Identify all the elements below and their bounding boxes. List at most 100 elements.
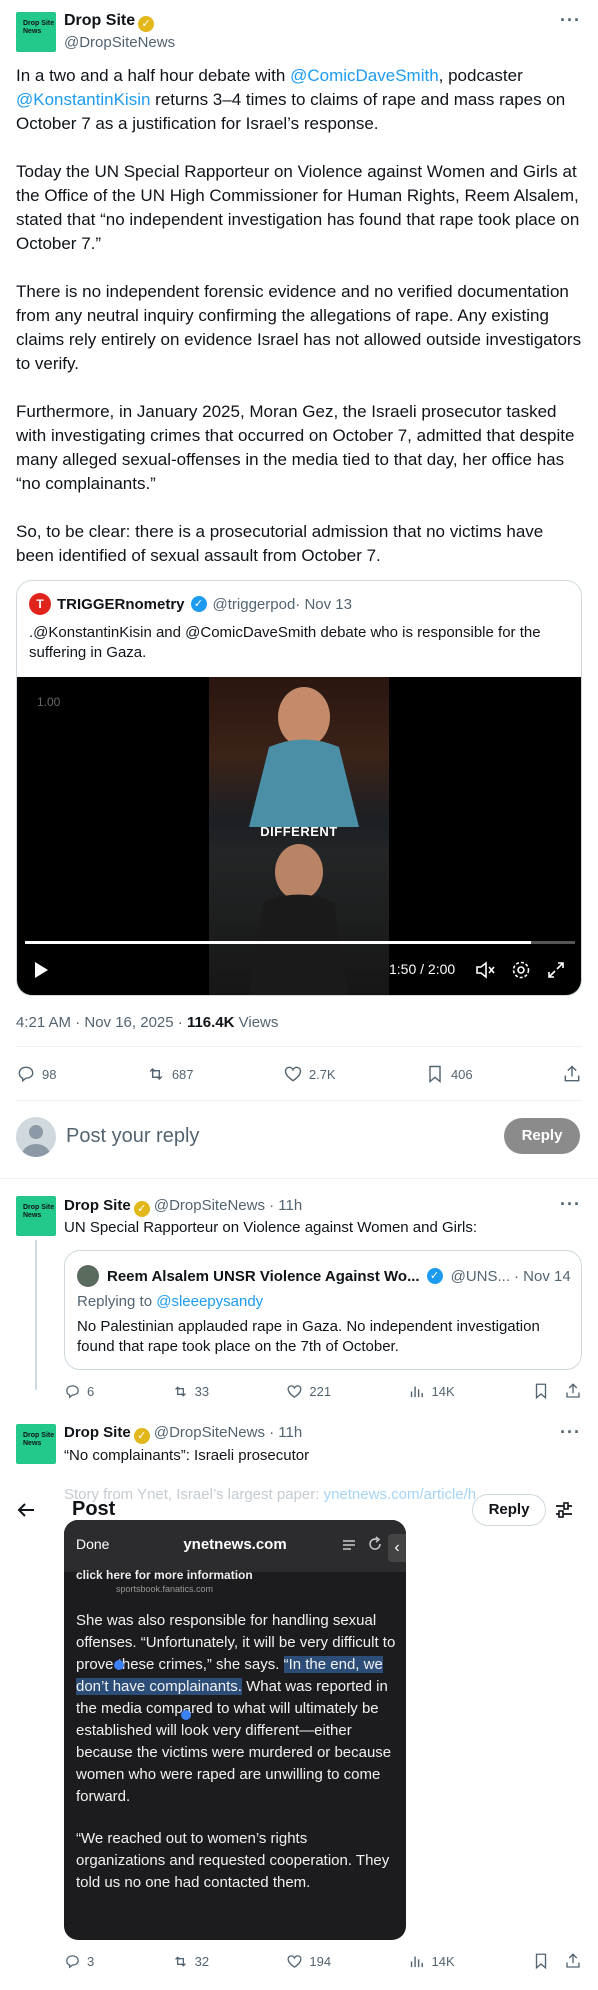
repost-icon xyxy=(174,1955,186,1967)
video-progress-fill xyxy=(25,941,531,944)
verified-icon: ✓ xyxy=(426,1268,443,1284)
text: , podcaster xyxy=(438,66,523,85)
post-paragraph: Today the UN Special Rapporteur on Viole… xyxy=(16,162,580,253)
repost-icon xyxy=(149,1067,163,1081)
settings-icon[interactable] xyxy=(511,960,531,980)
reload-icon xyxy=(369,1536,381,1550)
author-name[interactable]: Drop Site xyxy=(64,12,135,29)
action-group xyxy=(532,1382,582,1400)
phone-ad-text: click here for more information xyxy=(76,1568,253,1582)
mention-link[interactable]: @KonstantinKisin xyxy=(16,90,150,109)
action-group xyxy=(532,1952,582,1970)
mention-link[interactable]: @ComicDaveSmith xyxy=(290,66,439,85)
post-timestamp[interactable]: 4:21 AM · Nov 16, 2025 · 116.4K Views xyxy=(16,1014,278,1031)
post-paragraph: So, to be clear: there is a prosecutoria… xyxy=(16,522,544,565)
views-button[interactable]: 14K xyxy=(408,1952,455,1970)
author-name[interactable]: Drop Site xyxy=(64,1424,131,1441)
phone-ad-source: sportsbook.fanatics.com xyxy=(116,1584,214,1594)
share-button[interactable] xyxy=(562,1064,582,1084)
chevron-left-icon: ‹ xyxy=(388,1534,406,1562)
reply-input[interactable]: Post your reply xyxy=(66,1125,199,1148)
bookmark-icon[interactable] xyxy=(532,1952,550,1970)
default-avatar-icon xyxy=(22,1125,50,1157)
reply-submit-button[interactable]: Reply xyxy=(504,1118,580,1154)
author-handle[interactable]: @DropSiteNews xyxy=(154,1197,265,1214)
avatar[interactable]: Drop Site News xyxy=(16,12,56,52)
fullscreen-icon[interactable] xyxy=(547,961,565,979)
post-paragraph: In a two and a half hour debate with @Co… xyxy=(16,64,582,136)
more-icon[interactable]: ··· xyxy=(560,1194,581,1215)
reply-count: 3 xyxy=(87,1953,95,1969)
replying-prefix: Replying to xyxy=(77,1293,157,1310)
video-progress-bar[interactable] xyxy=(25,941,575,944)
verified-icon: ✓ xyxy=(133,1201,150,1217)
selection-handle xyxy=(181,1710,191,1720)
verified-icon: ✓ xyxy=(133,1428,150,1444)
action-bar: 98 687 2.7K 406 xyxy=(16,1064,582,1084)
quoted-avatar: T xyxy=(29,593,51,615)
bookmark-button[interactable]: 406 xyxy=(425,1064,473,1084)
bookmark-icon xyxy=(429,1065,441,1084)
reply-time[interactable]: · 11h xyxy=(265,1424,302,1441)
post-paragraph: Furthermore, in January 2025, Moran Gez,… xyxy=(16,402,575,493)
repost-button[interactable]: 33 xyxy=(172,1382,209,1400)
quoted-date: · Nov 14 xyxy=(514,1267,571,1285)
author-handle[interactable]: @DropSiteNews xyxy=(64,34,175,51)
author-name[interactable]: Drop Site xyxy=(64,1197,131,1214)
quoted-date: · Nov 13 xyxy=(295,595,352,613)
views-count: 14K xyxy=(431,1383,455,1399)
video-caption: DIFFERENT xyxy=(260,824,338,839)
reader-icon xyxy=(343,1540,355,1550)
reply-time[interactable]: · 11h xyxy=(265,1197,302,1214)
like-button[interactable]: 194 xyxy=(286,1952,331,1970)
overlay-reply-button[interactable]: Reply xyxy=(472,1494,546,1526)
like-button[interactable]: 221 xyxy=(286,1382,331,1400)
author-block: Drop Site ✓ @DropSiteNews xyxy=(64,12,175,51)
quoted-post[interactable]: Reem Alsalem UNSR Violence Against Wo...… xyxy=(64,1250,582,1370)
repost-button[interactable]: 32 xyxy=(172,1952,209,1970)
share-icon[interactable] xyxy=(564,1952,582,1970)
repost-count: 687 xyxy=(171,1066,194,1082)
share-icon xyxy=(564,1065,580,1082)
video-player[interactable]: 1.00 DIFFERENT 1:50 / 2:00 xyxy=(17,677,581,995)
like-icon xyxy=(284,1066,302,1082)
mute-icon[interactable] xyxy=(475,961,495,979)
like-button[interactable]: 2.7K xyxy=(283,1064,336,1084)
post-paragraph: There is no independent forensic evidenc… xyxy=(16,282,582,373)
avatar[interactable]: Drop Site News xyxy=(16,1196,56,1236)
play-icon[interactable] xyxy=(33,961,49,979)
video-frame: DIFFERENT xyxy=(209,677,389,995)
post-body: In a two and a half hour debate with @Co… xyxy=(16,64,582,568)
author-handle[interactable]: @DropSiteNews xyxy=(154,1424,265,1441)
more-icon[interactable]: ··· xyxy=(560,10,581,31)
mention-link[interactable]: @sleeepysandy xyxy=(156,1293,263,1310)
phone-browser-bar: Done ynetnews.com ‹ xyxy=(64,1520,406,1572)
phone-article-text: She was also responsible for handling se… xyxy=(76,1610,398,1894)
quoted-post[interactable]: T TRIGGERnometry ✓ @triggerpod · Nov 13 .… xyxy=(16,580,582,996)
share-icon[interactable] xyxy=(564,1382,582,1400)
reply-button[interactable]: 6 xyxy=(64,1382,94,1400)
faded-link[interactable]: ynetnews.com/article/h... xyxy=(324,1486,489,1503)
back-arrow-icon[interactable] xyxy=(16,1500,36,1520)
quoted-author-handle: @UNS... xyxy=(450,1267,510,1285)
reply-button[interactable]: 98 xyxy=(16,1064,56,1084)
repost-button[interactable]: 687 xyxy=(146,1064,194,1084)
avatar-label: Drop Site News xyxy=(23,1432,55,1447)
repost-icon xyxy=(174,1385,186,1397)
reply-count: 98 xyxy=(42,1066,57,1082)
video-speed: 1.00 xyxy=(37,695,61,709)
video-time: 1:50 / 2:00 xyxy=(389,961,456,977)
views-button[interactable]: 14K xyxy=(408,1382,455,1400)
action-bar: 3 32 194 14K xyxy=(64,1952,582,1970)
quoted-text: No Palestinian applauded rape in Gaza. N… xyxy=(77,1318,540,1355)
quoted-header: Reem Alsalem UNSR Violence Against Wo...… xyxy=(77,1265,571,1287)
my-avatar xyxy=(16,1117,56,1157)
avatar[interactable]: Drop Site News xyxy=(16,1424,56,1464)
bookmark-icon[interactable] xyxy=(532,1382,550,1400)
sliders-icon[interactable] xyxy=(554,1500,574,1520)
quoted-author-handle: @triggerpod xyxy=(212,595,296,613)
more-icon[interactable]: ··· xyxy=(560,1422,581,1443)
avatar-label: Drop Site News xyxy=(23,20,55,35)
attached-screenshot[interactable]: Done ynetnews.com ‹ click here for more … xyxy=(64,1520,406,1940)
reply-button[interactable]: 3 xyxy=(64,1952,94,1970)
